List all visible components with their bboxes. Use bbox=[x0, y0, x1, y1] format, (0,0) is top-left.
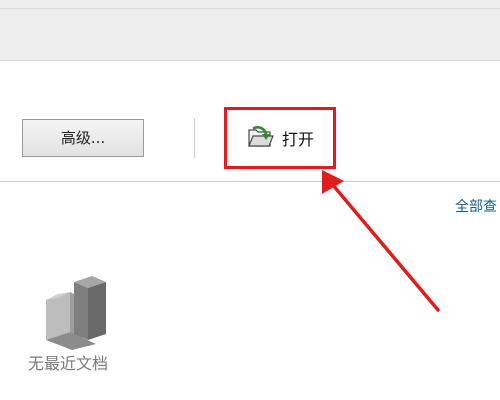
open-button[interactable]: 打开 bbox=[228, 108, 336, 168]
view-all-link[interactable]: 全部查 bbox=[455, 196, 500, 216]
empty-state-text: 无最近文档 bbox=[28, 354, 109, 373]
toolbar-separator bbox=[194, 118, 195, 158]
top-bar-divider bbox=[0, 8, 500, 9]
toolbar-divider bbox=[0, 181, 500, 182]
open-button-label: 打开 bbox=[282, 130, 315, 149]
top-bar bbox=[0, 0, 500, 61]
blocks-icon bbox=[46, 276, 106, 350]
advanced-button[interactable]: 高级... bbox=[22, 119, 144, 157]
folder-open-icon bbox=[248, 126, 274, 147]
